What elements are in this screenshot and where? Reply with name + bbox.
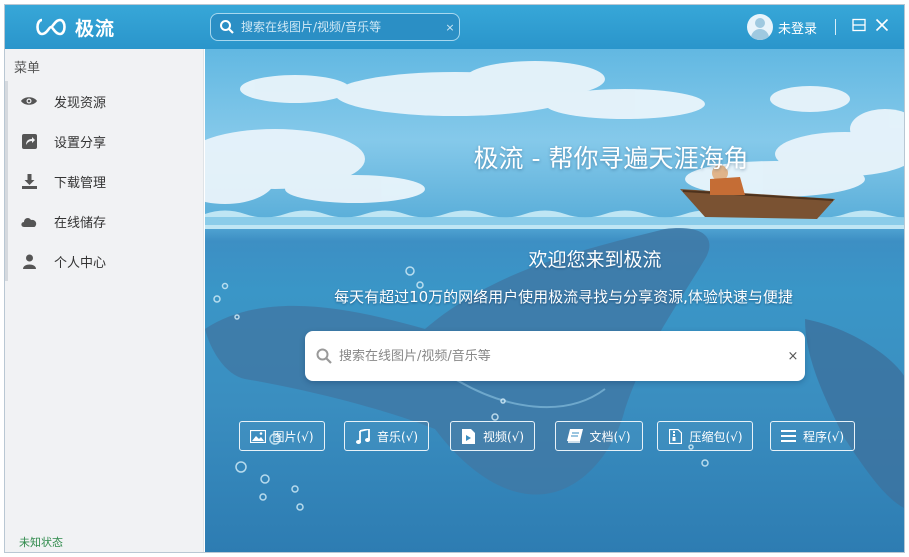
- window-controls: [851, 17, 890, 33]
- hero-subtitle: 每天有超过10万的网络用户使用极流寻找与分享资源,体验快速与便捷: [334, 288, 793, 306]
- archive-icon: [667, 428, 683, 444]
- category-music-button[interactable]: 音乐(√): [344, 421, 429, 451]
- header-search-clear-button[interactable]: ×: [441, 21, 459, 34]
- infinity-logo-icon: [36, 18, 66, 36]
- list-icon: [781, 428, 797, 444]
- app-window: 极流 × 未登录 菜单: [4, 4, 905, 553]
- user-status-label: 未登录: [778, 21, 818, 37]
- category-documents-button[interactable]: 文档(√): [555, 421, 643, 451]
- welcome-heading: 欢迎您来到极流: [528, 249, 662, 271]
- download-icon: [20, 173, 38, 189]
- category-label: 视频(√): [482, 429, 524, 444]
- sidebar-menu-label: 菜单: [14, 61, 41, 76]
- sidebar-item-share[interactable]: 设置分享: [8, 121, 204, 161]
- minimize-icon[interactable]: [851, 17, 867, 33]
- sidebar-item-profile[interactable]: 个人中心: [8, 241, 204, 281]
- sidebar-item-downloads[interactable]: 下载管理: [8, 161, 204, 201]
- sidebar-item-label: 设置分享: [54, 135, 107, 151]
- category-label: 图片(√): [272, 429, 314, 444]
- category-label: 程序(√): [802, 429, 844, 444]
- music-icon: [355, 428, 371, 444]
- sidebar-item-cloud-storage[interactable]: 在线储存: [8, 201, 204, 241]
- avatar: [747, 14, 773, 40]
- eye-icon: [20, 93, 38, 109]
- sidebar-item-label: 下载管理: [54, 175, 107, 191]
- search-icon: [220, 20, 234, 34]
- hero-panel: 极流 - 帮你寻遍天涯海角 欢迎您来到极流 每天有超过10万的网络用户使用极流寻…: [205, 49, 904, 552]
- app-name: 极流: [75, 17, 116, 40]
- user-icon: [20, 253, 38, 269]
- sidebar-item-discover[interactable]: 发现资源: [8, 81, 204, 121]
- image-icon: [250, 428, 267, 444]
- connection-status: 未知状态: [19, 536, 63, 549]
- main-search-box[interactable]: ×: [305, 331, 805, 381]
- category-archives-button[interactable]: 压缩包(√): [657, 421, 753, 451]
- user-login-button[interactable]: 未登录: [747, 14, 817, 40]
- document-icon: [567, 428, 584, 444]
- category-label: 压缩包(√): [689, 429, 743, 444]
- category-label: 音乐(√): [376, 429, 418, 444]
- app-logo: 极流: [33, 15, 116, 40]
- search-icon: [316, 348, 332, 364]
- sidebar-menu: 发现资源 设置分享 下载管理 在线储存 个人中心: [5, 81, 204, 281]
- sidebar-item-label: 个人中心: [54, 255, 107, 271]
- category-programs-button[interactable]: 程序(√): [770, 421, 855, 451]
- main-search-input[interactable]: [339, 348, 781, 364]
- sidebar: 菜单 发现资源 设置分享 下载管理 在线储存 个人中心 未知状态: [5, 49, 204, 552]
- category-images-button[interactable]: 图片(√): [239, 421, 325, 451]
- sidebar-item-label: 在线储存: [54, 215, 107, 231]
- hero-title: 极流 - 帮你寻遍天涯海角: [473, 144, 749, 173]
- title-bar: 极流 × 未登录: [5, 5, 904, 49]
- category-video-button[interactable]: 视频(√): [450, 421, 535, 451]
- close-icon[interactable]: [874, 17, 890, 33]
- share-icon: [20, 133, 38, 149]
- main-search-clear-button[interactable]: ×: [781, 349, 805, 364]
- header-search-box[interactable]: ×: [210, 13, 460, 41]
- category-label: 文档(√): [589, 429, 631, 444]
- header-divider: [835, 19, 836, 35]
- cloud-icon: [20, 213, 38, 229]
- header-search-input[interactable]: [241, 20, 441, 34]
- category-filters: 图片(√) 音乐(√) 视频(√) 文档(√) 压缩包(√) 程序(√): [205, 421, 904, 451]
- video-icon: [461, 428, 477, 444]
- sidebar-item-label: 发现资源: [54, 95, 107, 111]
